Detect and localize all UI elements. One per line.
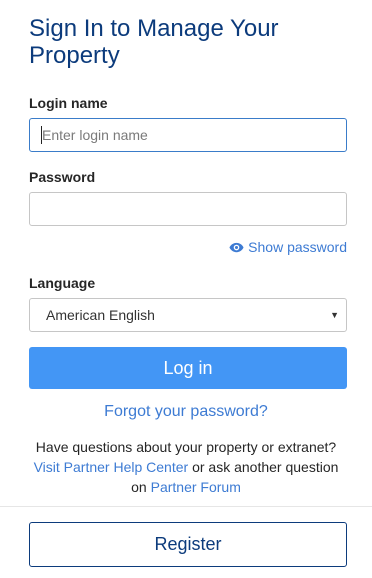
login-button[interactable]: Log in [29, 347, 347, 389]
login-name-input[interactable] [29, 118, 347, 152]
language-selected-value: American English [46, 307, 155, 323]
divider [0, 506, 372, 507]
help-line2: Visit Partner Help Center or ask another… [0, 457, 372, 477]
help-line1: Have questions about your property or ex… [35, 439, 337, 455]
password-label: Password [29, 169, 96, 185]
language-label: Language [29, 275, 96, 291]
signin-page: Sign In to Manage Your Property Login na… [0, 0, 372, 578]
text-caret [41, 126, 42, 144]
show-password-toggle[interactable]: Show password [229, 239, 347, 255]
register-button[interactable]: Register [29, 522, 347, 567]
dropdown-arrow-icon: ▼ [330, 310, 339, 320]
password-input[interactable] [29, 192, 347, 226]
partner-help-center-link[interactable]: Visit Partner Help Center [34, 459, 189, 475]
help-middle-text: or ask another question [188, 459, 339, 475]
forgot-password-link[interactable]: Forgot your password? [0, 403, 372, 421]
eye-icon [229, 242, 244, 253]
help-line3: on Partner Forum [0, 477, 372, 497]
help-on-text: on [131, 479, 151, 495]
help-text: Have questions about your property or ex… [0, 437, 372, 497]
language-select[interactable]: American English ▼ [29, 298, 347, 332]
login-name-label: Login name [29, 95, 108, 111]
partner-forum-link[interactable]: Partner Forum [151, 479, 241, 495]
show-password-label: Show password [248, 239, 347, 255]
page-title: Sign In to Manage Your Property [29, 15, 279, 69]
